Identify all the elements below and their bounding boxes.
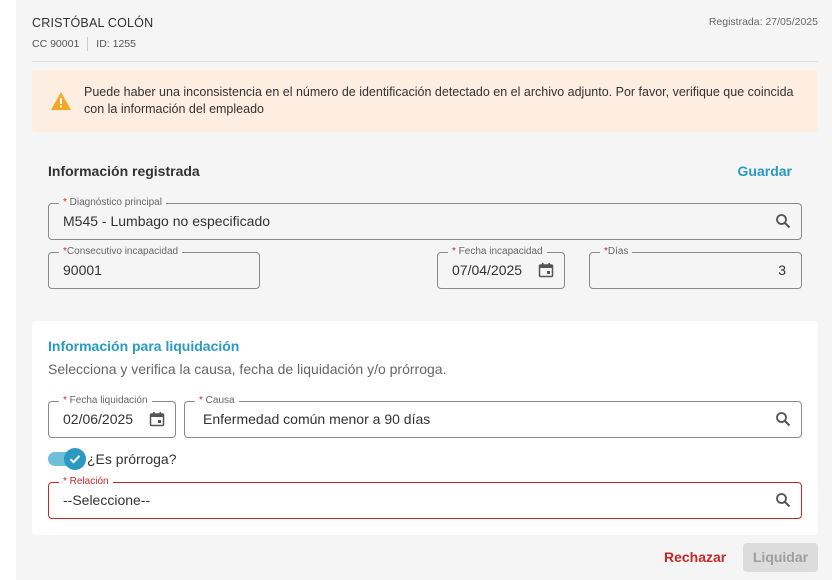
cause-field[interactable]: * Causa Enfermedad común menor a 90 días [184,394,802,438]
warning-icon [51,92,71,110]
employee-document: CC 90001 [32,38,80,50]
settlement-info-subtitle: Selecciona y verifica la causa, fecha de… [48,361,447,377]
registered-date: Registrada: 27/05/2025 [708,16,818,28]
extension-label: ¿Es prórroga? [87,451,177,467]
days-value: 3 [778,262,786,278]
search-icon[interactable] [775,411,791,427]
calendar-icon[interactable] [149,411,165,427]
settle-button[interactable]: Liquidar [743,543,818,572]
cause-label: * Causa [195,394,239,408]
relation-field[interactable]: * Relación --Seleccione-- [48,475,802,519]
registered-info-title: Información registrada [48,163,200,179]
consecutive-value: 90001 [63,262,102,278]
diagnosis-value: M545 - Lumbago no especificado [63,213,271,229]
search-icon[interactable] [775,213,791,229]
employee-name: CRISTÓBAL COLÓN [32,16,154,30]
toggle-knob [64,448,86,470]
check-icon [69,455,81,464]
diagnosis-label: * Diagnóstico principal [59,196,166,210]
alert-message: Puede haber una inconsistencia en el núm… [84,85,794,116]
days-field[interactable]: *Días 3 [589,245,802,289]
days-label: *Días [600,245,633,259]
save-button[interactable]: Guardar [738,163,792,179]
incapacity-date-value: 07/04/2025 [452,262,523,278]
employee-meta: CC 90001 ID: 1255 [32,37,136,51]
inconsistency-alert: Puede haber una inconsistencia en el núm… [32,70,818,132]
relation-label: * Relación [59,475,113,489]
consecutive-label: *Consecutivo incapacidad [59,245,183,259]
search-icon[interactable] [775,492,791,508]
diagnosis-field[interactable]: * Diagnóstico principal M545 - Lumbago n… [48,196,802,240]
employee-id: ID: 1255 [96,38,136,50]
meta-divider [87,37,89,51]
settlement-info-title: Información para liquidación [48,338,240,354]
consecutive-field[interactable]: *Consecutivo incapacidad 90001 [48,245,260,289]
incapacity-date-label: * Fecha incapacidad [448,245,547,259]
settlement-date-label: * Fecha liquidación [59,394,152,408]
settlement-date-field[interactable]: * Fecha liquidación 02/06/2025 [48,394,176,438]
extension-toggle[interactable] [48,448,86,470]
relation-value: --Seleccione-- [63,492,151,508]
cause-value: Enfermedad común menor a 90 días [203,411,431,427]
incapacity-date-field[interactable]: * Fecha incapacidad 07/04/2025 [437,245,565,289]
calendar-icon[interactable] [538,262,554,278]
reject-button[interactable]: Rechazar [664,549,726,565]
header-divider [32,61,818,62]
settlement-date-value: 02/06/2025 [63,411,134,427]
